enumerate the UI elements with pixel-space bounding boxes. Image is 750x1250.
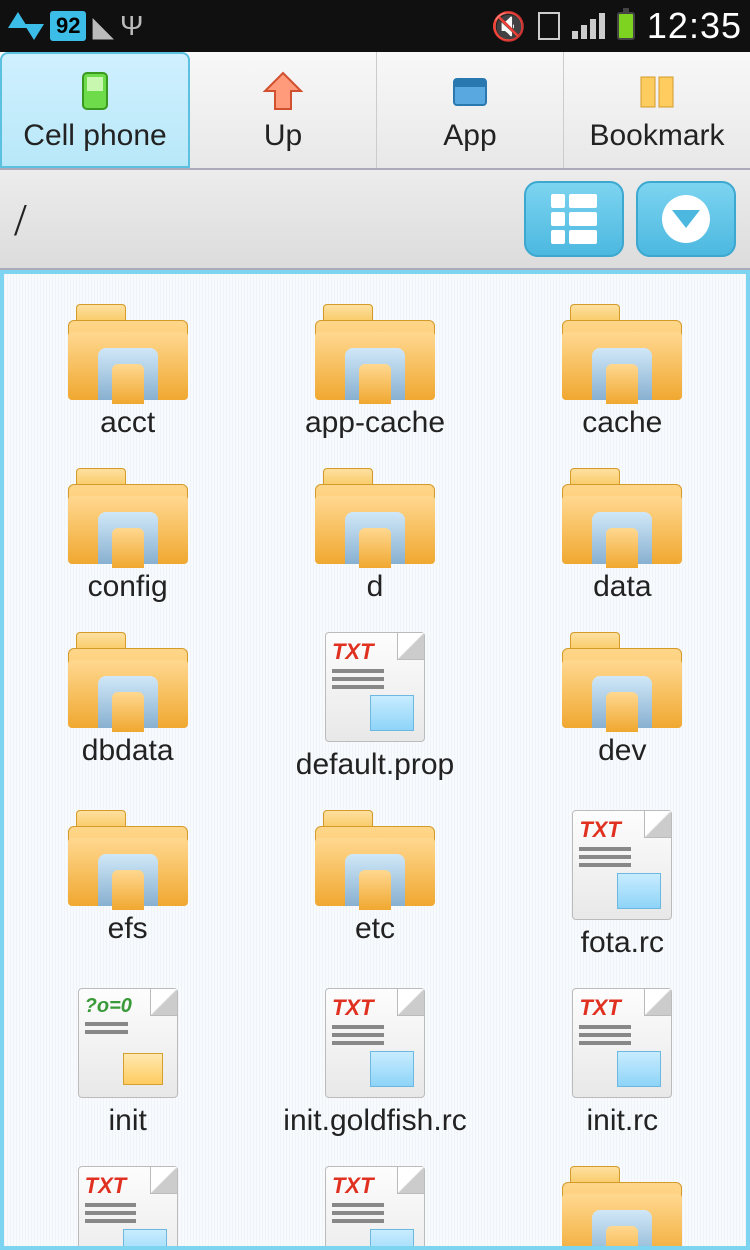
file-name-label: dbdata	[82, 734, 174, 768]
battery-charging-icon	[617, 12, 635, 40]
file-item[interactable]: config	[4, 468, 251, 604]
file-name-label: config	[88, 570, 168, 604]
folder-icon	[68, 304, 188, 400]
path-bar: /	[0, 170, 750, 270]
network-sync-icon	[8, 12, 44, 40]
dropdown-menu-button[interactable]	[636, 181, 736, 257]
list-view-icon	[551, 194, 597, 244]
toolbar: Cell phone Up App Bookmark	[0, 52, 750, 170]
current-path: /	[14, 193, 27, 246]
folder-icon	[562, 304, 682, 400]
unknown-file-icon: ?o=0	[78, 988, 178, 1098]
file-item[interactable]: cache	[499, 304, 746, 440]
tab-label: Bookmark	[589, 119, 724, 153]
file-item[interactable]: etc	[251, 810, 498, 960]
file-name-label: cache	[582, 406, 662, 440]
folder-icon	[315, 468, 435, 564]
file-item[interactable]: TXT default.prop	[251, 632, 498, 782]
file-item[interactable]: dev	[499, 632, 746, 782]
chevron-down-icon	[662, 195, 710, 243]
txt-file-icon: TXT	[325, 1166, 425, 1250]
txt-file-icon: TXT	[325, 632, 425, 742]
file-item[interactable]: acct	[4, 304, 251, 440]
txt-file-icon: TXT	[572, 988, 672, 1098]
file-item[interactable]: efs	[4, 810, 251, 960]
tab-app[interactable]: App	[377, 52, 564, 168]
file-item[interactable]: TXT fota.rc	[499, 810, 746, 960]
battery-percent-badge: 92	[50, 11, 86, 41]
folder-icon	[68, 810, 188, 906]
file-name-label: acct	[100, 406, 155, 440]
txt-file-icon: TXT	[325, 988, 425, 1098]
file-name-label: dev	[598, 734, 646, 768]
file-name-label: d	[367, 570, 384, 604]
file-item[interactable]	[499, 1166, 746, 1250]
app-icon	[446, 67, 494, 115]
file-name-label: app-cache	[305, 406, 445, 440]
usb-icon: Ψ	[120, 10, 143, 42]
tab-cellphone[interactable]: Cell phone	[0, 52, 190, 168]
txt-file-icon: TXT	[78, 1166, 178, 1250]
file-name-label: efs	[108, 912, 148, 946]
file-item[interactable]: dbdata	[4, 632, 251, 782]
file-name-label: data	[593, 570, 651, 604]
file-grid-container: acct app-cache cache config d data dbdata TXT de…	[0, 270, 750, 1250]
file-name-label: init.rc	[586, 1104, 658, 1138]
clock: 12:35	[647, 5, 742, 47]
view-toggle-button[interactable]	[524, 181, 624, 257]
tab-label: App	[443, 119, 496, 153]
signal-icon	[572, 13, 605, 39]
folder-icon	[68, 468, 188, 564]
folder-icon	[562, 632, 682, 728]
file-name-label: etc	[355, 912, 395, 946]
txt-file-icon: TXT	[572, 810, 672, 920]
file-item[interactable]: d	[251, 468, 498, 604]
sd-card-icon: ◣	[92, 10, 114, 43]
file-item[interactable]: TXT	[4, 1166, 251, 1250]
sim-icon	[538, 12, 560, 40]
tab-bookmark[interactable]: Bookmark	[564, 52, 750, 168]
mute-icon: 🔇	[491, 10, 526, 43]
folder-icon	[562, 1166, 682, 1250]
file-item[interactable]: data	[499, 468, 746, 604]
file-name-label: init	[108, 1104, 146, 1138]
file-item[interactable]: TXT	[251, 1166, 498, 1250]
folder-icon	[68, 632, 188, 728]
tab-label: Up	[264, 119, 302, 153]
phone-icon	[71, 67, 119, 115]
status-bar: 92 ◣ Ψ 🔇 12:35	[0, 0, 750, 52]
folder-icon	[315, 304, 435, 400]
bookmark-icon	[633, 67, 681, 115]
up-arrow-icon	[259, 67, 307, 115]
file-name-label: init.goldfish.rc	[283, 1104, 466, 1138]
folder-icon	[315, 810, 435, 906]
file-item[interactable]: TXT init.goldfish.rc	[251, 988, 498, 1138]
file-item[interactable]: app-cache	[251, 304, 498, 440]
file-item[interactable]: TXT init.rc	[499, 988, 746, 1138]
folder-icon	[562, 468, 682, 564]
tab-label: Cell phone	[23, 119, 166, 153]
tab-up[interactable]: Up	[190, 52, 377, 168]
file-name-label: fota.rc	[581, 926, 664, 960]
file-name-label: default.prop	[296, 748, 454, 782]
file-item[interactable]: ?o=0 init	[4, 988, 251, 1138]
